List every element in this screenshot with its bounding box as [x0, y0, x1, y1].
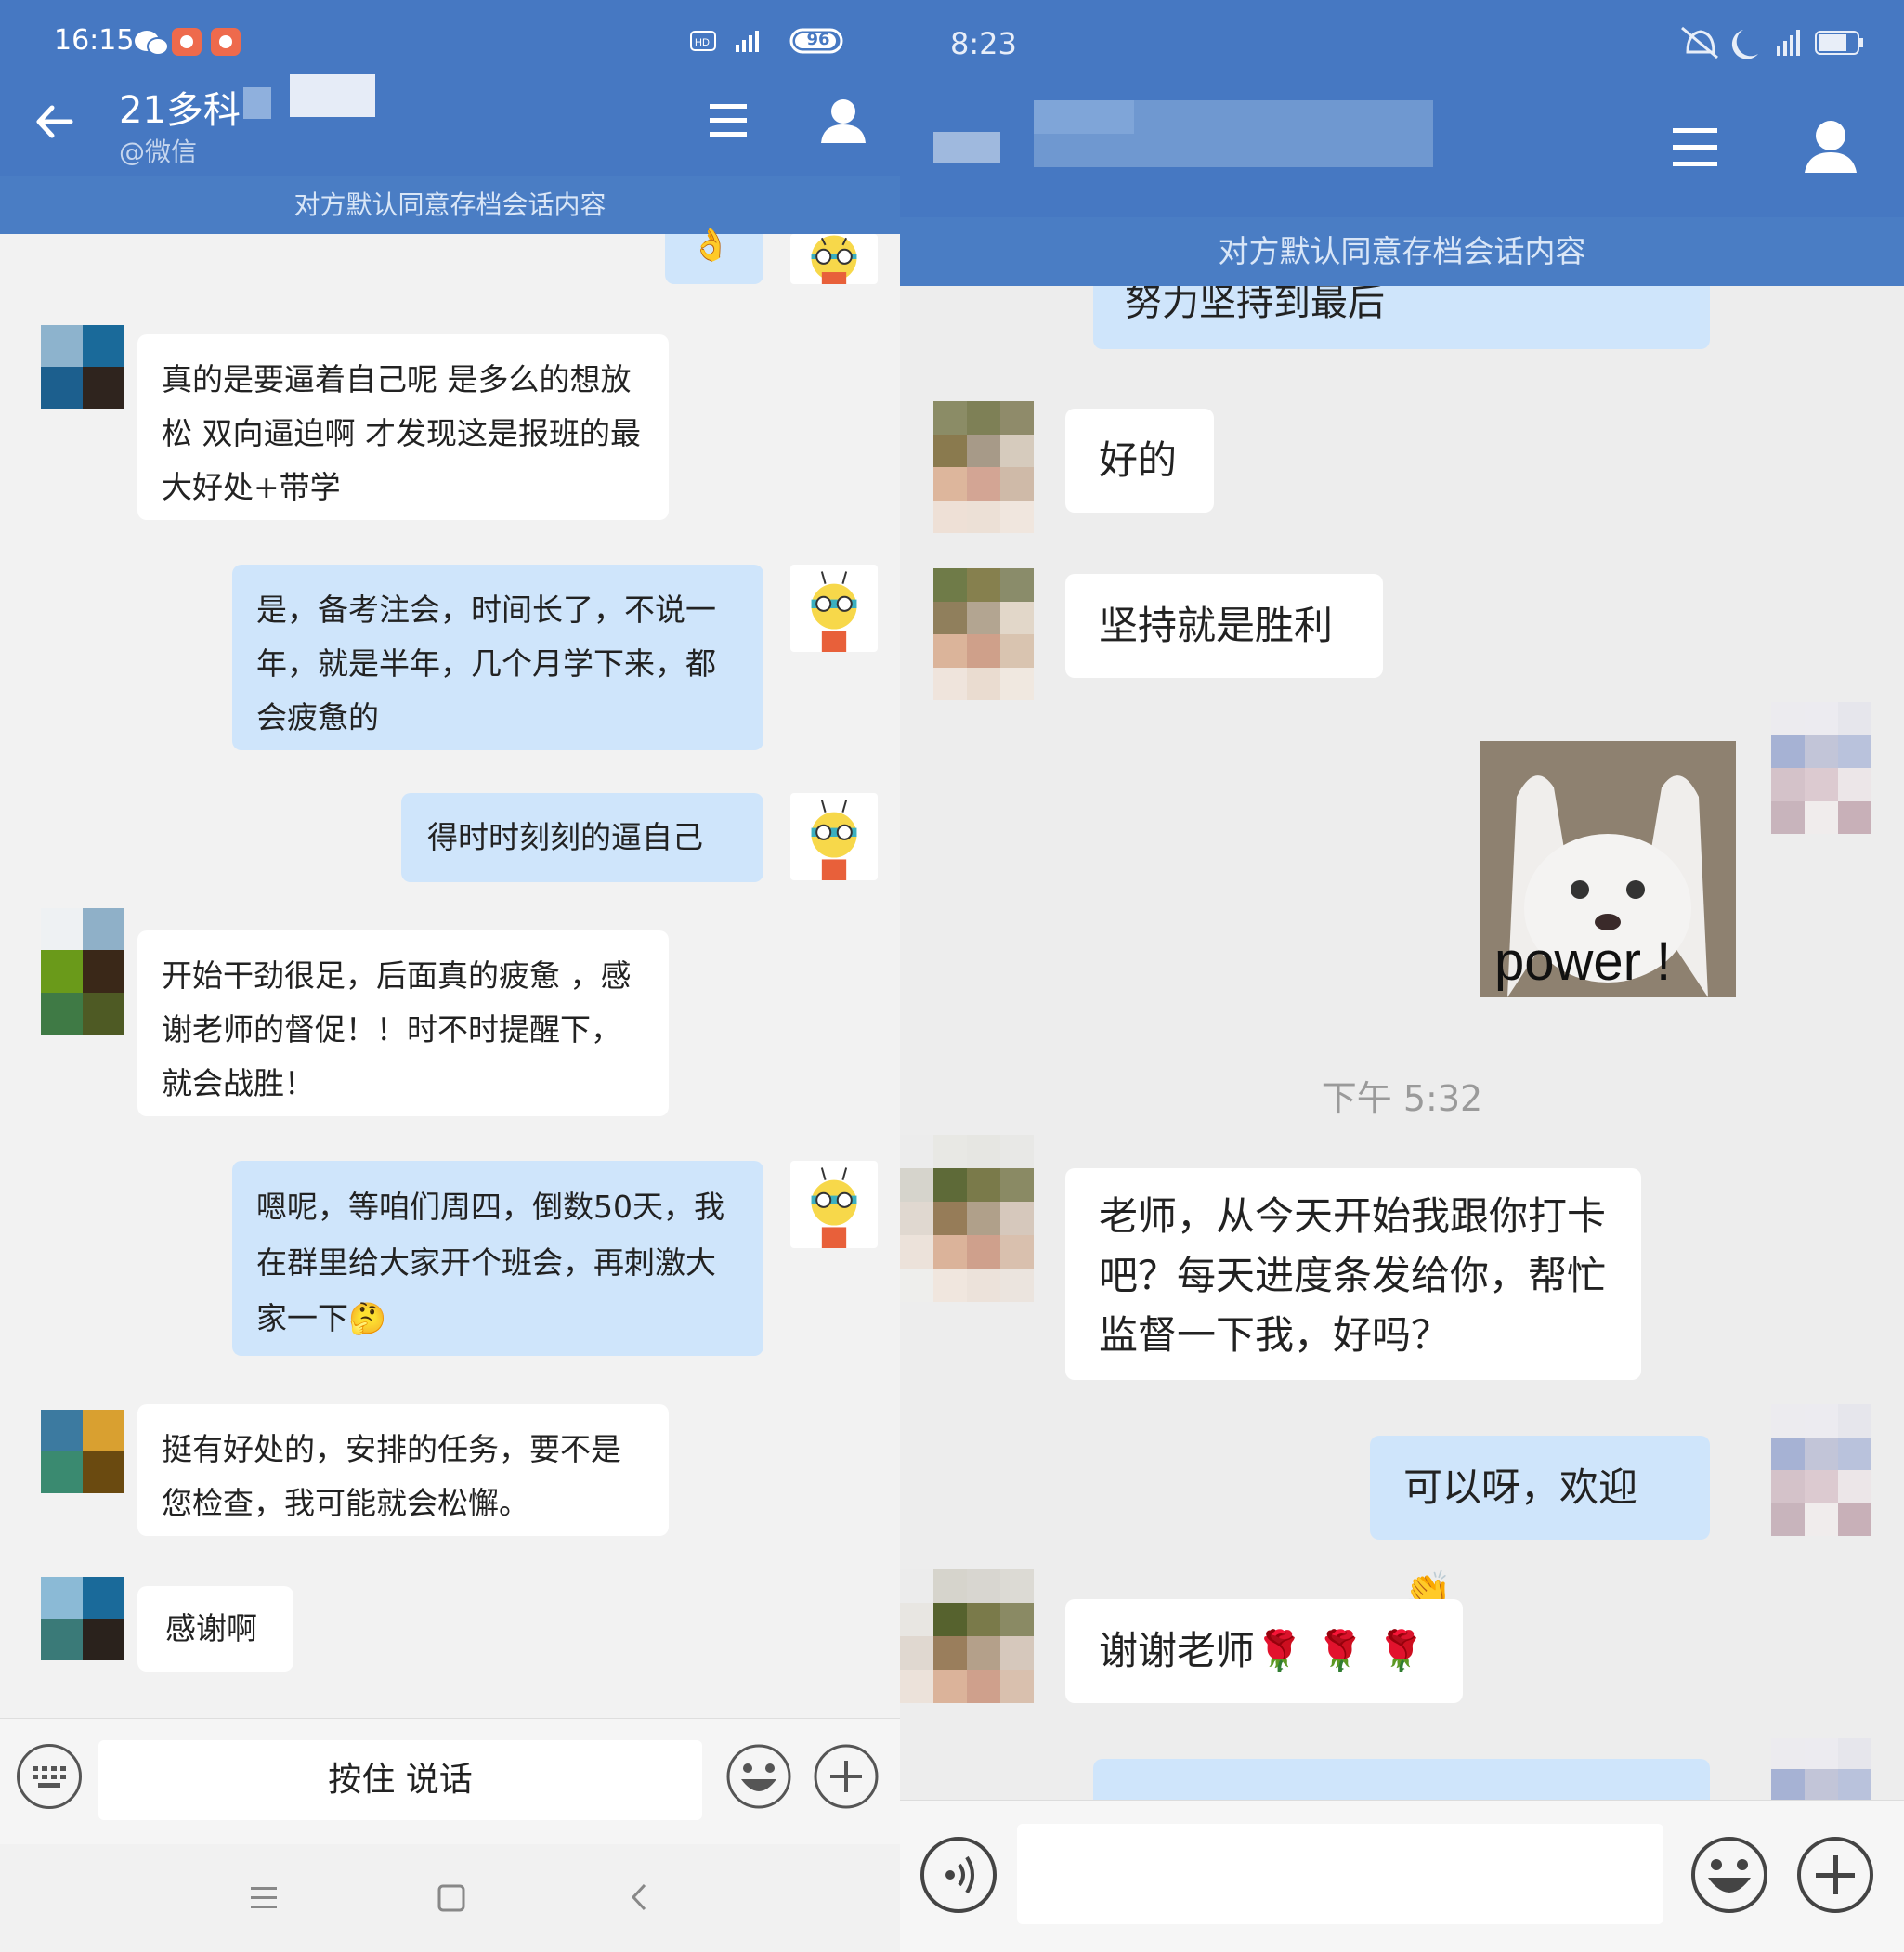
power-cat-sticker[interactable]: power !: [1480, 741, 1736, 997]
rose-emoji: 🌹 🌹 🌹: [1255, 1628, 1426, 1673]
battery-level: 96: [806, 30, 830, 49]
bee-avatar-icon: [811, 235, 857, 284]
nav-menu-icon[interactable]: [249, 1883, 280, 1911]
bee-avatar-icon: [811, 800, 857, 880]
message-bubble[interactable]: 坚持就是胜利: [1065, 574, 1383, 678]
title-redaction-2: [290, 74, 375, 117]
my-avatar[interactable]: [790, 1161, 878, 1248]
name-redaction: [933, 132, 1000, 163]
keyboard-icon: [33, 1766, 66, 1788]
message-bubble[interactable]: 可以呀，欢迎👏: [1370, 1436, 1710, 1614]
status-time: 8:23: [950, 26, 1017, 61]
message-bubble[interactable]: 努力坚持到最后: [1093, 286, 1710, 349]
contact-avatar[interactable]: [900, 1135, 1034, 1302]
contact-avatar[interactable]: [41, 908, 124, 1035]
sticker-caption: power !: [1494, 931, 1672, 992]
profile-icon[interactable]: [817, 97, 869, 145]
voice-toggle-button[interactable]: [919, 1835, 998, 1915]
more-plus-button[interactable]: [812, 1742, 880, 1811]
contact-avatar[interactable]: [933, 401, 1034, 533]
contact-avatar[interactable]: [933, 568, 1034, 700]
title-redaction: [243, 87, 271, 119]
message-text: 谢谢老师: [1099, 1628, 1256, 1673]
bee-avatar-icon: [811, 571, 857, 652]
thinking-emoji: 🤔: [348, 1300, 387, 1336]
status-time: 16:15: [54, 24, 135, 57]
back-arrow-icon[interactable]: [32, 100, 78, 143]
contact-avatar[interactable]: [41, 325, 124, 409]
hold-to-talk-button[interactable]: 按住 说话: [98, 1740, 702, 1820]
message-bubble[interactable]: 谢谢老师🌹 🌹 🌹: [1065, 1599, 1463, 1703]
archive-notice: 对方默认同意存档会话内容: [0, 176, 900, 234]
left-chat-screen: 16:15 HD 96 21多科 @微信 对方默认同意存档会话内容 👌 真的是要…: [0, 0, 900, 1952]
message-text: 可以呀，欢迎: [1403, 1464, 1638, 1510]
message-bubble[interactable]: 得时时刻刻的逼自己: [401, 793, 763, 882]
ok-emoji: 👌: [691, 227, 731, 264]
archive-notice: 对方默认同意存档会话内容: [900, 217, 1904, 286]
chat-subtitle: @微信: [119, 137, 198, 167]
contact-avatar[interactable]: [41, 1577, 124, 1660]
message-bubble[interactable]: 嗯呢，等咱们周四，倒数50天，我在群里给大家开个班会，再刺激大家一下🤔: [232, 1161, 763, 1356]
menu-icon[interactable]: [1671, 124, 1723, 173]
my-avatar[interactable]: [790, 565, 878, 652]
emoji-button[interactable]: [724, 1742, 793, 1811]
message-bubble[interactable]: 挺有好处的，安排的任务，要不是您检查，我可能就会松懈。: [137, 1404, 669, 1536]
nav-home-icon[interactable]: [437, 1883, 466, 1913]
contact-avatar[interactable]: [900, 1569, 1034, 1703]
my-avatar-partial[interactable]: [1771, 1738, 1871, 1800]
message-bubble[interactable]: 是，备考注会，时间长了，不说一年，就是半年，几个月学下来，都会疲惫的: [232, 565, 763, 750]
message-text: 嗯呢，等咱们周四，倒数50天，我在群里给大家开个班会，再刺激大家一下: [256, 1189, 724, 1336]
bee-avatar-icon: [811, 1167, 857, 1248]
my-avatar[interactable]: [1771, 702, 1871, 834]
contact-avatar[interactable]: [41, 1410, 124, 1493]
time-separator: 下午 5:32: [1321, 1078, 1483, 1119]
message-bubble[interactable]: 真的是要逼着自己呢 是多么的想放松 双向逼迫啊 才发现这是报班的最大好处+带学: [137, 334, 669, 520]
svg-text:HD: HD: [695, 37, 710, 48]
my-avatar[interactable]: [790, 234, 878, 284]
emoji-button[interactable]: [1689, 1835, 1769, 1915]
message-input[interactable]: [1017, 1824, 1663, 1924]
message-bubble[interactable]: 开始干劲很足，后面真的疲惫 ，感谢老师的督促！！时不时提醒下，就会战胜！: [137, 930, 669, 1116]
status-icons: [1681, 26, 1863, 59]
message-bubble[interactable]: 感谢啊: [137, 1586, 293, 1672]
message-bubble[interactable]: 好的: [1065, 409, 1214, 513]
profile-icon[interactable]: [1801, 119, 1860, 176]
partial-message-bubble[interactable]: 👌: [665, 227, 763, 284]
my-avatar[interactable]: [1771, 1404, 1871, 1536]
nav-back-icon[interactable]: [628, 1881, 650, 1913]
message-bubble[interactable]: 老师，从今天开始我跟你打卡吧？每天进度条发给你，帮忙监督一下我，好吗？: [1065, 1168, 1641, 1380]
keyboard-toggle-button[interactable]: [17, 1744, 82, 1809]
more-plus-button[interactable]: [1795, 1835, 1875, 1915]
menu-icon[interactable]: [708, 100, 750, 141]
right-chat-screen: 8:23 对方默认同意存档会话内容 努力坚持到最后 好的 坚持就是胜利 powe…: [900, 0, 1904, 1952]
my-avatar[interactable]: [790, 793, 878, 880]
chat-title: 21多科: [119, 89, 241, 132]
notification-icons: [135, 28, 241, 56]
name-redaction-3: [1034, 100, 1134, 134]
partial-message-bubble[interactable]: [1093, 1759, 1710, 1800]
